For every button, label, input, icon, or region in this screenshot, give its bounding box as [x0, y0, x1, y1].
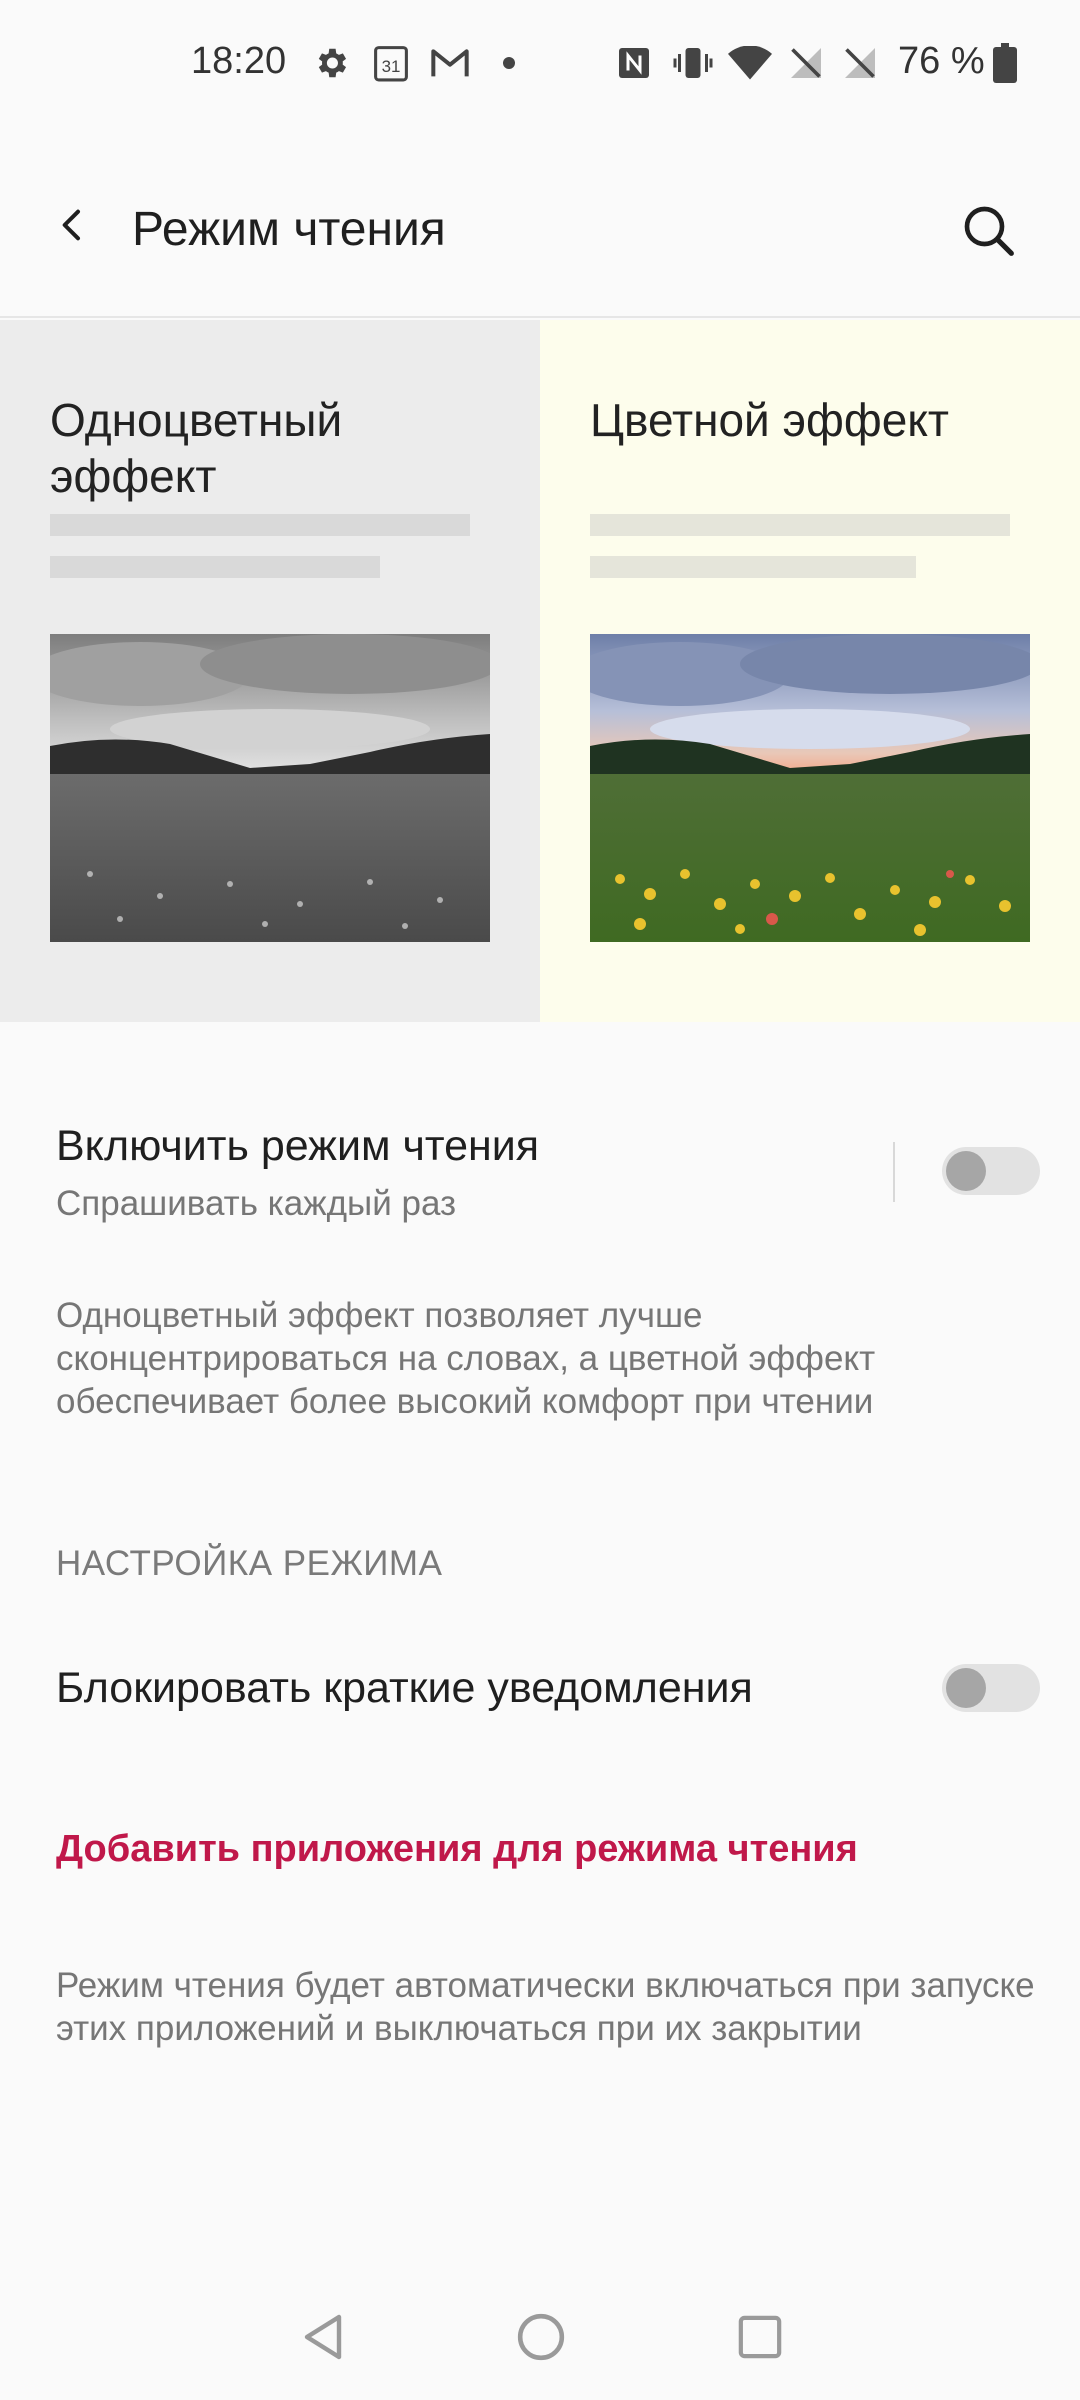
- wifi-icon: [726, 42, 774, 84]
- reading-mode-subtitle[interactable]: Спрашивать каждый раз: [56, 1184, 456, 1224]
- no-signal-icon: [786, 42, 826, 84]
- text-placeholder-bar: [50, 556, 380, 578]
- dot-icon: [496, 42, 522, 84]
- row-divider: [893, 1142, 895, 1202]
- status-time: 18:20: [191, 40, 287, 82]
- nfc-icon: [614, 42, 654, 84]
- color-effect-panel[interactable]: Цветной эффект: [540, 320, 1080, 1022]
- navigation-bar: [0, 2280, 1080, 2400]
- triangle-back-icon: [304, 2314, 342, 2360]
- text-placeholder-bar: [590, 514, 1010, 536]
- section-header: НАСТРОЙКА РЕЖИМА: [56, 1544, 443, 1583]
- back-button[interactable]: [40, 192, 106, 258]
- search-icon: [964, 206, 1014, 256]
- calendar-icon: 31: [370, 42, 412, 84]
- battery-percent: 76 %: [898, 40, 985, 82]
- nav-back-button[interactable]: [288, 2302, 358, 2372]
- circle-home-icon: [517, 2313, 565, 2361]
- effect-description: Одноцветный эффект позволяет лучше сконц…: [56, 1296, 876, 1421]
- mono-landscape-image: [50, 634, 490, 942]
- nav-home-button[interactable]: [506, 2302, 576, 2372]
- page-title: Режим чтения: [132, 203, 446, 256]
- back-arrow-icon: [62, 209, 80, 241]
- block-notifications-toggle[interactable]: [942, 1664, 1040, 1712]
- text-placeholder-bar: [590, 556, 916, 578]
- block-notifications-title: Блокировать краткие уведомления: [56, 1664, 753, 1712]
- mono-effect-title: Одноцветный эффект: [50, 394, 343, 502]
- reading-mode-toggle[interactable]: [942, 1147, 1040, 1195]
- add-apps-link[interactable]: Добавить приложения для режима чтения: [56, 1828, 858, 1871]
- nav-recents-button[interactable]: [725, 2302, 795, 2372]
- color-landscape-image: [590, 634, 1030, 942]
- square-recents-icon: [738, 2315, 782, 2359]
- footer-description: Режим чтения будет автоматически включат…: [56, 1966, 1035, 2048]
- battery-icon: [990, 42, 1020, 84]
- vibrate-icon: [670, 42, 716, 84]
- gmail-icon: [428, 42, 472, 84]
- reading-mode-preview: Одноцветный эффект Цветной эффект: [0, 320, 1080, 1022]
- status-bar: 18:20 31 76 %: [0, 0, 1080, 130]
- svg-text:31: 31: [382, 57, 401, 76]
- text-placeholder-bar: [50, 514, 470, 536]
- gear-icon: [310, 42, 352, 84]
- mono-effect-panel[interactable]: Одноцветный эффект: [0, 320, 540, 1022]
- search-button[interactable]: [950, 192, 1026, 268]
- app-bar: Режим чтения: [0, 130, 1080, 318]
- no-signal-icon: [840, 42, 880, 84]
- toggle-knob: [946, 1668, 986, 1708]
- toggle-knob: [946, 1151, 986, 1191]
- color-effect-title: Цветной эффект: [590, 394, 949, 446]
- reading-mode-title: Включить режим чтения: [56, 1122, 540, 1170]
